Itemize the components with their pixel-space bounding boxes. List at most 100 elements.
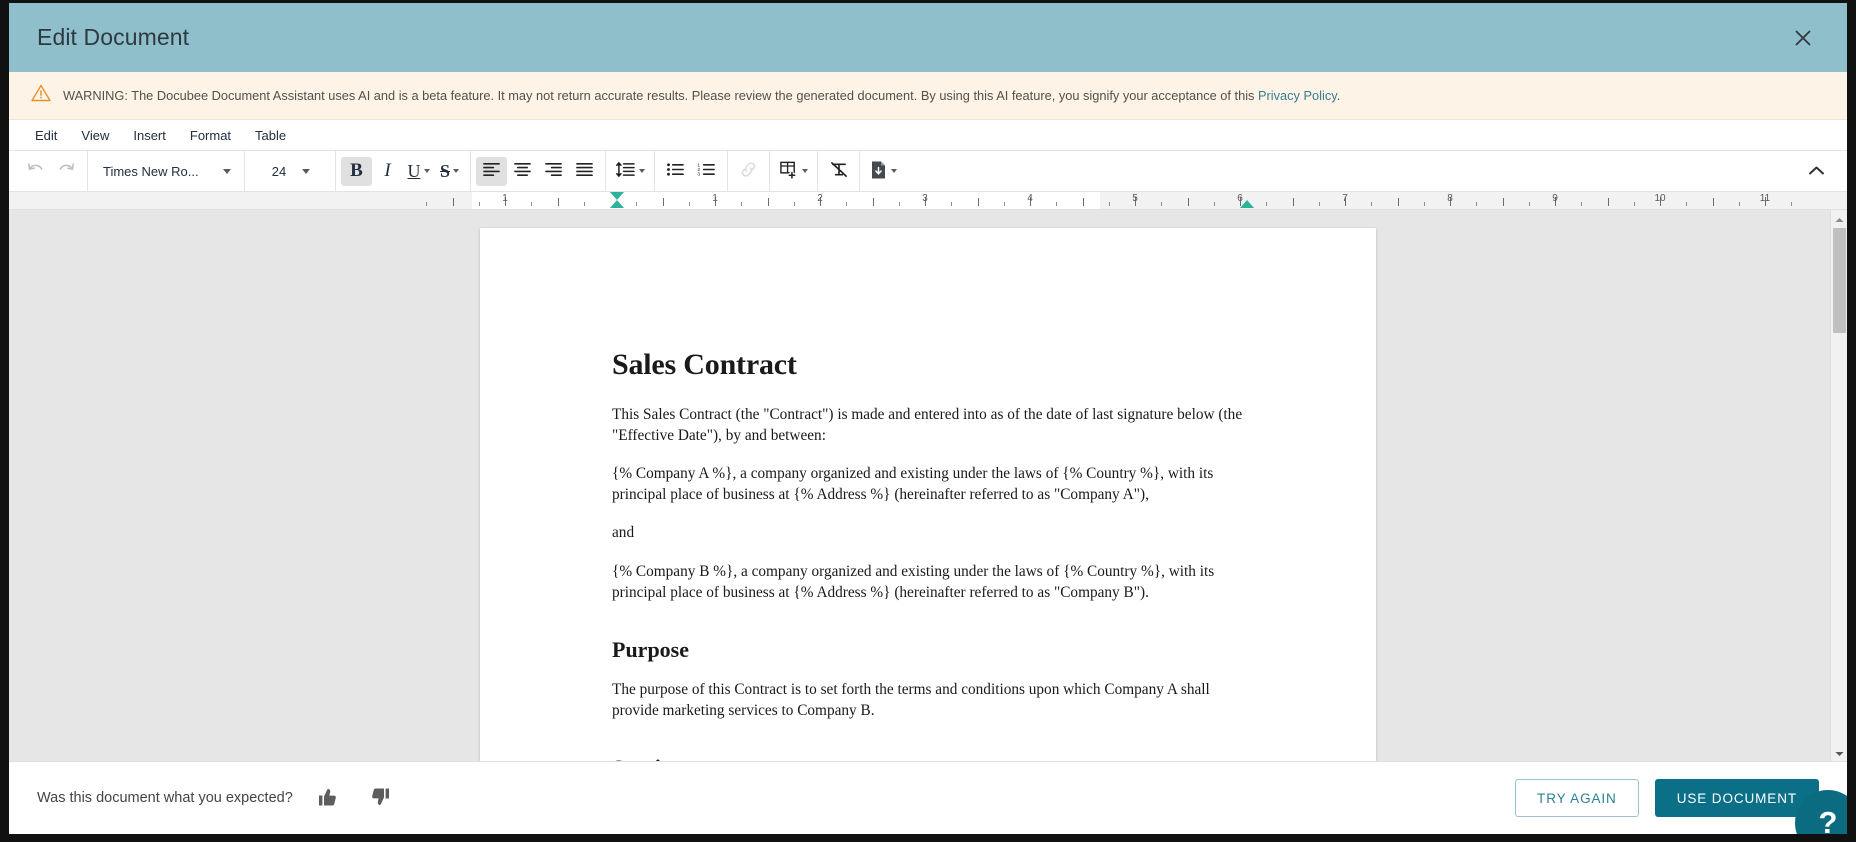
chevron-down-icon [223, 168, 231, 174]
ruler-tick-label: 7 [1342, 193, 1348, 204]
align-left-button[interactable] [476, 156, 507, 186]
ruler-tick-half [977, 198, 979, 206]
try-again-button[interactable]: TRY AGAIN [1515, 779, 1639, 817]
ruler-tick-minor [1108, 202, 1110, 206]
insert-template-field-button[interactable] [865, 157, 901, 186]
editor-toolbar: Times New Ro... 24 B I U S 1 2 3 [9, 151, 1847, 192]
ruler-tick-half [1397, 198, 1399, 206]
font-size-select[interactable]: 24 [250, 157, 330, 186]
ruler-tick-minor [793, 202, 795, 206]
ruler-tick-label: 10 [1654, 193, 1666, 204]
collapse-toolbar-button[interactable] [1801, 157, 1831, 185]
dialog-title-bar: Edit Document [9, 3, 1847, 72]
caret-down-icon [1835, 744, 1844, 762]
bold-icon: B [350, 160, 363, 181]
toolbar-group-lineheight [606, 151, 655, 191]
font-family-value: Times New Ro... [103, 163, 199, 179]
close-dialog-button[interactable] [1783, 18, 1823, 58]
strikethrough-icon: S [439, 160, 450, 181]
insert-link-button[interactable] [733, 157, 764, 186]
ruler-tick-half [1082, 198, 1084, 206]
align-center-button[interactable] [507, 157, 538, 186]
chevron-down-icon [891, 169, 897, 173]
clear-formatting-button[interactable] [823, 157, 854, 186]
ruler-tick-minor [1161, 202, 1163, 206]
ruler-tick-minor [1056, 202, 1058, 206]
font-size-value: 24 [271, 163, 287, 179]
ruler-tick-half [557, 198, 559, 206]
align-right-button[interactable] [538, 157, 569, 186]
thumbs-down-icon [369, 786, 391, 811]
footer-actions: TRY AGAIN USE DOCUMENT [1515, 779, 1819, 817]
ruler-tick-half [872, 198, 874, 206]
privacy-policy-link[interactable]: Privacy Policy [1258, 88, 1337, 103]
ruler-tick-minor [478, 202, 480, 206]
numbered-list-button[interactable]: 123 [691, 157, 722, 186]
toolbar-group-fontsize: 24 [245, 151, 336, 191]
thumbs-down-button[interactable] [363, 781, 397, 815]
scrollbar-thumb[interactable] [1833, 228, 1846, 333]
chevron-down-icon [802, 169, 808, 173]
menu-item-view[interactable]: View [69, 124, 121, 147]
ruler-tick-label: 8 [1447, 193, 1453, 204]
warning-text-before: WARNING: The Docubee Document Assistant … [63, 87, 1258, 103]
bullet-list-button[interactable] [660, 157, 691, 186]
scroll-down-arrow[interactable] [1831, 744, 1847, 761]
line-height-button[interactable] [611, 157, 649, 186]
use-document-button[interactable]: USE DOCUMENT [1654, 779, 1819, 817]
scroll-up-arrow[interactable] [1831, 210, 1847, 227]
chevron-down-icon [639, 169, 645, 173]
ruler-tick-label: 11 [1759, 193, 1771, 204]
menu-item-edit[interactable]: Edit [23, 124, 69, 147]
ruler-tick-minor [1528, 202, 1530, 206]
document-heading: Purpose [612, 636, 689, 662]
menu-item-format[interactable]: Format [178, 124, 243, 147]
document-editor-area[interactable]: Sales Contract This Sales Contract (the … [9, 210, 1847, 761]
undo-button[interactable] [20, 157, 51, 186]
caret-up-icon [1835, 210, 1844, 228]
document-paragraph: {% Company B %}, a company organized and… [612, 562, 1215, 601]
left-indent-marker-bottom[interactable] [610, 200, 624, 208]
numbered-list-icon: 123 [697, 161, 716, 181]
ruler-tick-minor [951, 202, 953, 206]
editor-ruler[interactable]: 1 1 2 3 4 5 6 7 8 9 10 11 [9, 192, 1847, 210]
bold-button[interactable]: B [341, 156, 372, 186]
toolbar-group-insertfield [860, 151, 906, 191]
left-indent-marker-top[interactable] [610, 192, 624, 200]
redo-button[interactable] [51, 157, 82, 186]
strikethrough-button[interactable]: S [434, 157, 465, 186]
underline-button[interactable]: U [403, 157, 434, 186]
feedback-label: Was this document what you expected? [37, 790, 293, 806]
menu-item-table[interactable]: Table [243, 124, 298, 147]
ruler-tick-minor [1738, 202, 1740, 206]
ruler-tick-minor [741, 202, 743, 206]
ruler-tick-half [662, 198, 664, 206]
align-center-icon [513, 161, 532, 181]
thumbs-up-button[interactable] [311, 781, 345, 815]
page-title: Edit Document [37, 24, 190, 50]
chevron-down-icon [423, 169, 430, 173]
toolbar-group-lists: 123 [655, 151, 728, 191]
clear-formatting-icon [829, 160, 849, 182]
svg-text:3: 3 [697, 172, 700, 178]
italic-button[interactable]: I [372, 157, 403, 186]
ruler-tick-minor [1003, 202, 1005, 206]
ruler-tick-minor [531, 202, 533, 206]
font-family-select[interactable]: Times New Ro... [93, 157, 239, 186]
ruler-tick-half [452, 198, 454, 206]
document-page[interactable]: Sales Contract This Sales Contract (the … [480, 228, 1376, 761]
chevron-down-icon [302, 168, 311, 174]
ruler-tick-minor [1213, 202, 1215, 206]
vertical-scrollbar[interactable] [1830, 210, 1847, 761]
menu-item-insert[interactable]: Insert [121, 124, 178, 147]
insert-table-button[interactable] [775, 157, 812, 186]
document-title: Sales Contract [612, 348, 797, 381]
ruler-tick-minor [846, 202, 848, 206]
undo-icon [26, 160, 45, 182]
document-paragraph: This Sales Contract (the "Contract") is … [612, 406, 1243, 445]
right-indent-marker[interactable] [1240, 200, 1254, 208]
ruler-tick-minor [636, 202, 638, 206]
ruler-tick-minor [1791, 202, 1793, 206]
toolbar-group-align [471, 151, 606, 191]
align-justify-button[interactable] [569, 157, 600, 186]
